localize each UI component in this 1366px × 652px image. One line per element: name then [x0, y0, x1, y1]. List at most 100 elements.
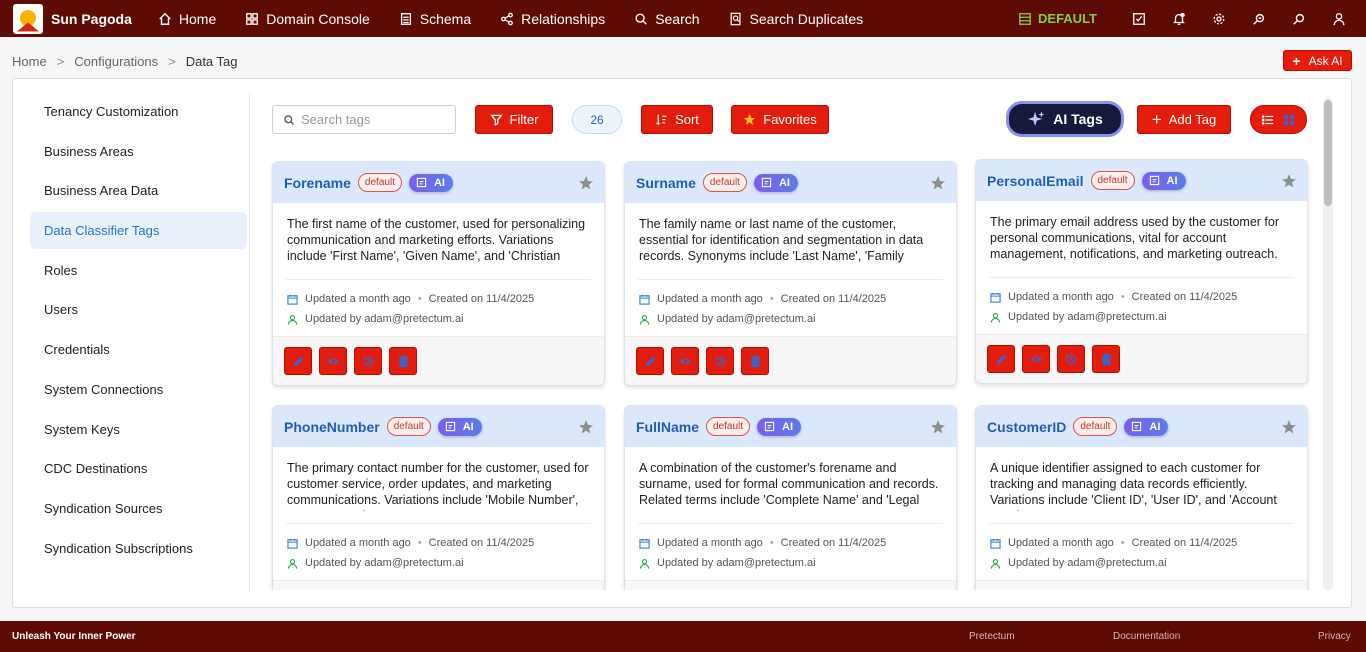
search-box[interactable]: [272, 105, 456, 134]
nav-schema-label: Schema: [419, 10, 472, 27]
updated-time: Updated a month ago: [657, 293, 763, 305]
environment-selector[interactable]: DEFAULT: [1018, 11, 1097, 26]
scrollbar-thumb[interactable]: [1324, 100, 1332, 206]
sidebar-item-cdc-destinations[interactable]: CDC Destinations: [30, 450, 247, 487]
edit-button[interactable]: [284, 347, 312, 375]
sidebar-item-syndication-subscriptions[interactable]: Syndication Subscriptions: [30, 530, 247, 567]
tag-name[interactable]: PhoneNumber: [284, 419, 380, 435]
updated-by: Updated by adam@pretectum.ai: [657, 557, 816, 569]
card-actions: [273, 336, 604, 385]
favorite-star-icon[interactable]: [1281, 173, 1297, 189]
favorite-star-icon[interactable]: [578, 419, 594, 435]
footer-link-privacy[interactable]: Privacy: [1318, 631, 1351, 642]
tag-card[interactable]: Surname default AI The family name or la…: [624, 161, 957, 386]
nav-relationships[interactable]: Relationships: [500, 11, 605, 27]
ai-badge: AI: [753, 173, 798, 192]
footer: Unleash Your Inner Power Pretectum Docum…: [0, 621, 1366, 652]
user-icon: [1333, 12, 1345, 25]
card-header: Forename default AI: [273, 162, 604, 203]
history-button[interactable]: [1057, 345, 1085, 373]
brand-name[interactable]: Sun Pagoda: [51, 11, 132, 27]
tag-card[interactable]: PhoneNumber default AI The primary conta…: [272, 405, 605, 590]
sidebar-item-data-classifier-tags[interactable]: Data Classifier Tags: [30, 212, 247, 250]
breadcrumb-home[interactable]: Home: [12, 54, 47, 69]
sidebar-item-business-areas[interactable]: Business Areas: [30, 133, 247, 170]
notifications-button[interactable]: [1172, 12, 1186, 26]
search-tags-input[interactable]: [301, 112, 451, 127]
card-updated-by: Updated by adam@pretectum.ai: [273, 553, 604, 573]
ai-tags-button[interactable]: AI Tags: [1006, 101, 1124, 137]
top-right-tools: DEFAULT: [1018, 0, 1366, 37]
zoom-search-button[interactable]: [1252, 12, 1266, 26]
nav-search[interactable]: Search: [634, 11, 700, 27]
sidebar-item-system-connections[interactable]: System Connections: [30, 371, 247, 408]
tasks-button[interactable]: [1132, 12, 1146, 26]
card-actions: [625, 336, 956, 385]
favorites-button[interactable]: Favorites: [731, 105, 829, 134]
card-dates: Updated a month ago • Created on 11/4/20…: [625, 533, 956, 553]
favorite-star-icon[interactable]: [578, 175, 594, 191]
card-divider: [638, 279, 943, 280]
favorite-star-icon[interactable]: [1281, 419, 1297, 435]
list-view-icon[interactable]: [1261, 113, 1275, 127]
sidebar-item-system-keys[interactable]: System Keys: [30, 411, 247, 448]
delete-button[interactable]: [1092, 345, 1120, 373]
footer-link-documentation[interactable]: Documentation: [1113, 631, 1180, 642]
tag-name[interactable]: Forename: [284, 175, 351, 191]
sidebar-item-business-area-data[interactable]: Business Area Data: [30, 172, 247, 209]
grid-view-icon[interactable]: [1282, 113, 1296, 127]
tag-name[interactable]: PersonalEmail: [987, 173, 1084, 189]
tag-card[interactable]: PersonalEmail default AI The primary ema…: [975, 159, 1308, 384]
tag-description: The first name of the customer, used for…: [287, 217, 586, 267]
favorite-star-icon[interactable]: [930, 419, 946, 435]
add-tag-button[interactable]: + Add Tag: [1137, 105, 1231, 134]
ask-ai-button[interactable]: + Ask AI: [1283, 50, 1352, 71]
favorites-label: Favorites: [763, 112, 817, 127]
sort-button[interactable]: Sort: [641, 105, 713, 134]
history-button[interactable]: [354, 347, 382, 375]
tag-name[interactable]: FullName: [636, 419, 699, 435]
view-button[interactable]: [671, 347, 699, 375]
sidebar-item-syndication-sources[interactable]: Syndication Sources: [30, 490, 247, 527]
tag-card[interactable]: CustomerID default AI A unique identifie…: [975, 405, 1308, 590]
tag-card[interactable]: FullName default AI A combination of the…: [624, 405, 957, 590]
view-button[interactable]: [1022, 345, 1050, 373]
meta-separator: •: [769, 293, 774, 305]
edit-button[interactable]: [987, 345, 1015, 373]
delete-button[interactable]: [741, 347, 769, 375]
user-profile-button[interactable]: [1332, 12, 1346, 26]
content-scrollbar[interactable]: [1323, 98, 1333, 590]
breadcrumb-configurations[interactable]: Configurations: [74, 54, 158, 69]
settings-button[interactable]: [1212, 12, 1226, 26]
nav-home[interactable]: Home: [158, 11, 216, 27]
nav-domain-console[interactable]: Domain Console: [245, 11, 370, 27]
filter-button[interactable]: Filter: [475, 105, 553, 134]
default-badge: default: [1073, 417, 1118, 436]
sidebar-item-tenancy-customization[interactable]: Tenancy Customization: [30, 93, 247, 130]
updated-by: Updated by adam@pretectum.ai: [1008, 311, 1167, 323]
card-divider: [286, 279, 591, 280]
card-updated-by: Updated by adam@pretectum.ai: [625, 553, 956, 573]
global-search-button[interactable]: [1292, 12, 1306, 26]
favorite-star-icon[interactable]: [930, 175, 946, 191]
view-button[interactable]: [319, 347, 347, 375]
tag-card[interactable]: Forename default AI The first name of th…: [272, 161, 605, 386]
sidebar-item-credentials[interactable]: Credentials: [30, 331, 247, 368]
card-updated-by: Updated by adam@pretectum.ai: [273, 309, 604, 329]
tag-name[interactable]: Surname: [636, 175, 696, 191]
nav-search-duplicates[interactable]: Search Duplicates: [729, 11, 863, 27]
sun-pagoda-logo[interactable]: [13, 3, 43, 34]
sidebar-item-users[interactable]: Users: [30, 291, 247, 328]
sidebar-item-roles[interactable]: Roles: [30, 252, 247, 289]
view-toggle: [1250, 105, 1307, 134]
tag-name[interactable]: CustomerID: [987, 419, 1066, 435]
search-icon: [1293, 13, 1305, 25]
nav-schema[interactable]: Schema: [399, 11, 471, 27]
top-navbar: Sun Pagoda Home Domain Console Schema Re…: [0, 0, 1366, 37]
footer-link-pretectum[interactable]: Pretectum: [969, 631, 1015, 642]
history-button[interactable]: [706, 347, 734, 375]
updated-by: Updated by adam@pretectum.ai: [1008, 557, 1167, 569]
edit-button[interactable]: [636, 347, 664, 375]
delete-button[interactable]: [389, 347, 417, 375]
updated-by: Updated by adam@pretectum.ai: [657, 313, 816, 325]
